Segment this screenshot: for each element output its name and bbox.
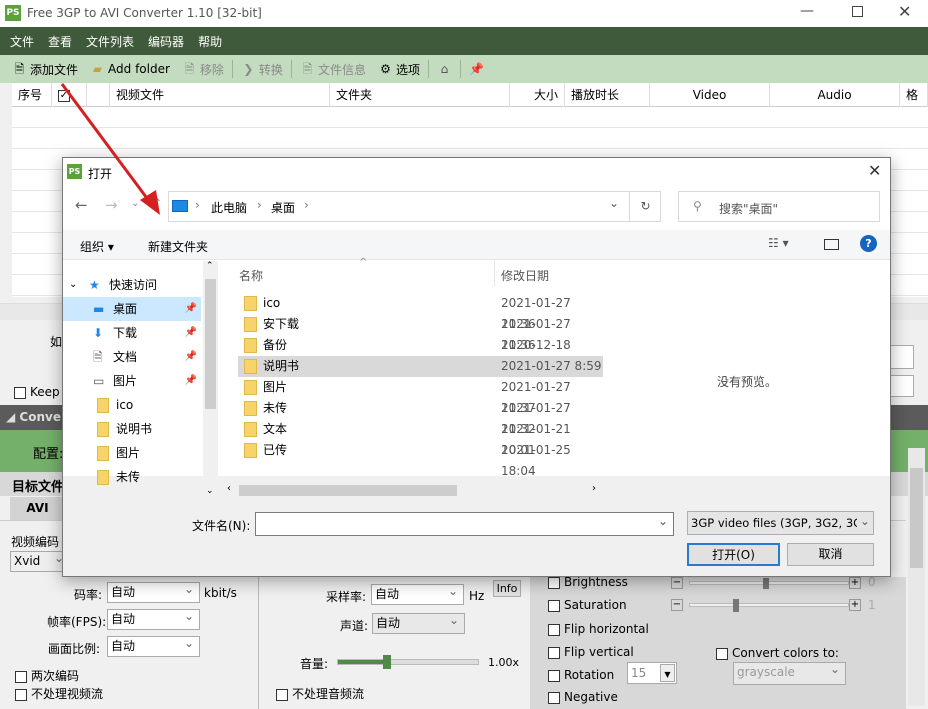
red-arrow-annotation xyxy=(60,83,160,215)
